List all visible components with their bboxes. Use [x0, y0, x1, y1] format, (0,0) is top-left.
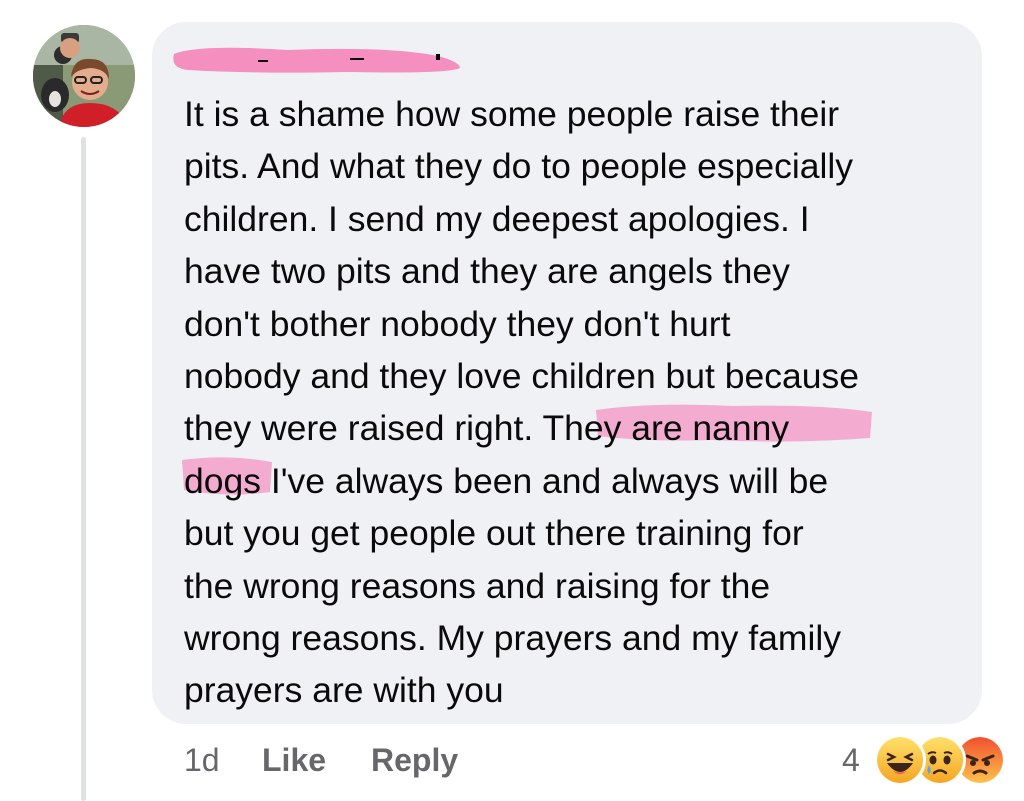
comment-text-line: they were raised right. They are nanny	[184, 408, 790, 449]
comment-text-line: nobody and they love children but becaus…	[184, 356, 859, 397]
comment-text-line: but you get people out there training fo…	[184, 513, 804, 554]
comment-text-line: children. I send my deepest apologies. I	[184, 198, 810, 239]
comment-text-line: the wrong reasons and raising for the	[184, 565, 771, 606]
avatar[interactable]	[33, 25, 135, 127]
profile-photo	[33, 25, 135, 127]
reaction-count[interactable]: 4	[842, 740, 860, 780]
comment-text-line: don't bother nobody they don't hurt	[184, 303, 731, 344]
comment-text-line: dogs I've always been and always will be	[184, 460, 829, 501]
comment-text-line: prayers are with you	[184, 670, 504, 711]
comment-text-line: It is a shame how some people raise thei…	[184, 94, 840, 134]
redacted-author-name	[173, 47, 461, 73]
comment-text-line: pits. And what they do to people especia…	[184, 146, 854, 187]
comment-timestamp[interactable]: 1d	[184, 740, 220, 780]
haha-icon[interactable]	[874, 734, 926, 786]
comment-text-line: wrong reasons. My prayers and my family	[184, 618, 841, 659]
thread-line	[81, 137, 86, 801]
reply-button[interactable]: Reply	[371, 740, 458, 780]
comment-text: It is a shame how some people raise thei…	[184, 88, 974, 717]
comment-text-line: have two pits and they are angels they	[184, 251, 790, 292]
like-button[interactable]: Like	[262, 740, 326, 780]
